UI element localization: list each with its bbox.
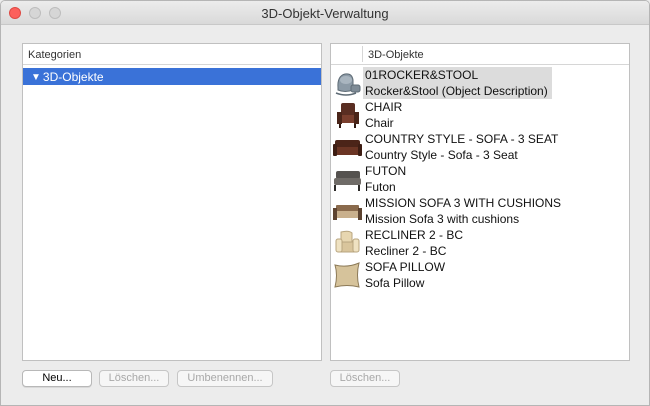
delete-object-button[interactable]: Löschen... [330, 370, 400, 387]
list-item-text: SOFA PILLOW Sofa Pillow [363, 259, 449, 291]
list-item-text: CHAIR Chair [363, 99, 406, 131]
title-bar: 3D-Objekt-Verwaltung [1, 1, 649, 25]
objects-panel: 3D-Objekte 01ROCKER&STOOL Rocker&Stool (… [330, 43, 630, 361]
recliner-icon [331, 227, 363, 259]
objects-column-header[interactable]: 3D-Objekte [331, 44, 629, 65]
delete-category-button[interactable]: Löschen... [99, 370, 169, 387]
object-name: SOFA PILLOW [365, 260, 446, 274]
list-item[interactable]: 01ROCKER&STOOL Rocker&Stool (Object Desc… [331, 67, 629, 99]
mission-sofa-icon [331, 195, 363, 227]
list-item[interactable]: RECLINER 2 - BC Recliner 2 - BC [331, 227, 629, 259]
object-description: Sofa Pillow [365, 276, 425, 290]
object-description: Rocker&Stool (Object Description) [365, 84, 548, 98]
object-description: Country Style - Sofa - 3 Seat [365, 148, 518, 162]
new-category-button[interactable]: Neu... [22, 370, 92, 387]
list-item[interactable]: SOFA PILLOW Sofa Pillow [331, 259, 629, 291]
tree-item-label: 3D-Objekte [42, 70, 104, 84]
list-item[interactable]: CHAIR Chair [331, 99, 629, 131]
list-item-text: MISSION SOFA 3 WITH CUSHIONS Mission Sof… [363, 195, 565, 227]
list-item[interactable]: MISSION SOFA 3 WITH CUSHIONS Mission Sof… [331, 195, 629, 227]
categories-column-header[interactable]: Kategorien [23, 44, 321, 65]
list-item-text: 01ROCKER&STOOL Rocker&Stool (Object Desc… [363, 67, 552, 99]
object-name: 01ROCKER&STOOL [365, 68, 479, 82]
objects-list: 01ROCKER&STOOL Rocker&Stool (Object Desc… [331, 65, 629, 291]
object-description: Mission Sofa 3 with cushions [365, 212, 520, 226]
object-description: Chair [365, 116, 394, 130]
list-item-text: FUTON Futon [363, 163, 410, 195]
object-description: Recliner 2 - BC [365, 244, 447, 258]
object-name: FUTON [365, 164, 407, 178]
column-divider [362, 46, 363, 62]
object-name: RECLINER 2 - BC [365, 228, 464, 242]
object-description: Futon [365, 180, 396, 194]
list-item[interactable]: COUNTRY STYLE - SOFA - 3 SEAT Country St… [331, 131, 629, 163]
categories-panel: Kategorien ▼ 3D-Objekte [22, 43, 322, 361]
futon-icon [331, 163, 363, 195]
country-sofa-icon [331, 131, 363, 163]
list-item[interactable]: FUTON Futon [331, 163, 629, 195]
window-title: 3D-Objekt-Verwaltung [261, 6, 389, 21]
sofa-pillow-icon [331, 259, 363, 291]
list-item-text: COUNTRY STYLE - SOFA - 3 SEAT Country St… [363, 131, 562, 163]
tree-item-3d-objects[interactable]: ▼ 3D-Objekte [23, 68, 321, 85]
disclosure-triangle-icon[interactable]: ▼ [31, 72, 41, 83]
object-name: CHAIR [365, 100, 403, 114]
rocker-stool-icon [331, 67, 363, 99]
chair-icon [331, 99, 363, 131]
object-name: MISSION SOFA 3 WITH CUSHIONS [365, 196, 562, 210]
list-item-text: RECLINER 2 - BC Recliner 2 - BC [363, 227, 467, 259]
rename-category-button[interactable]: Umbenennen... [177, 370, 273, 387]
object-name: COUNTRY STYLE - SOFA - 3 SEAT [365, 132, 559, 146]
objects-column-header-label: 3D-Objekte [368, 49, 424, 61]
object-manager-window: 3D-Objekt-Verwaltung Kategorien ▼ 3D-Obj… [0, 0, 650, 406]
